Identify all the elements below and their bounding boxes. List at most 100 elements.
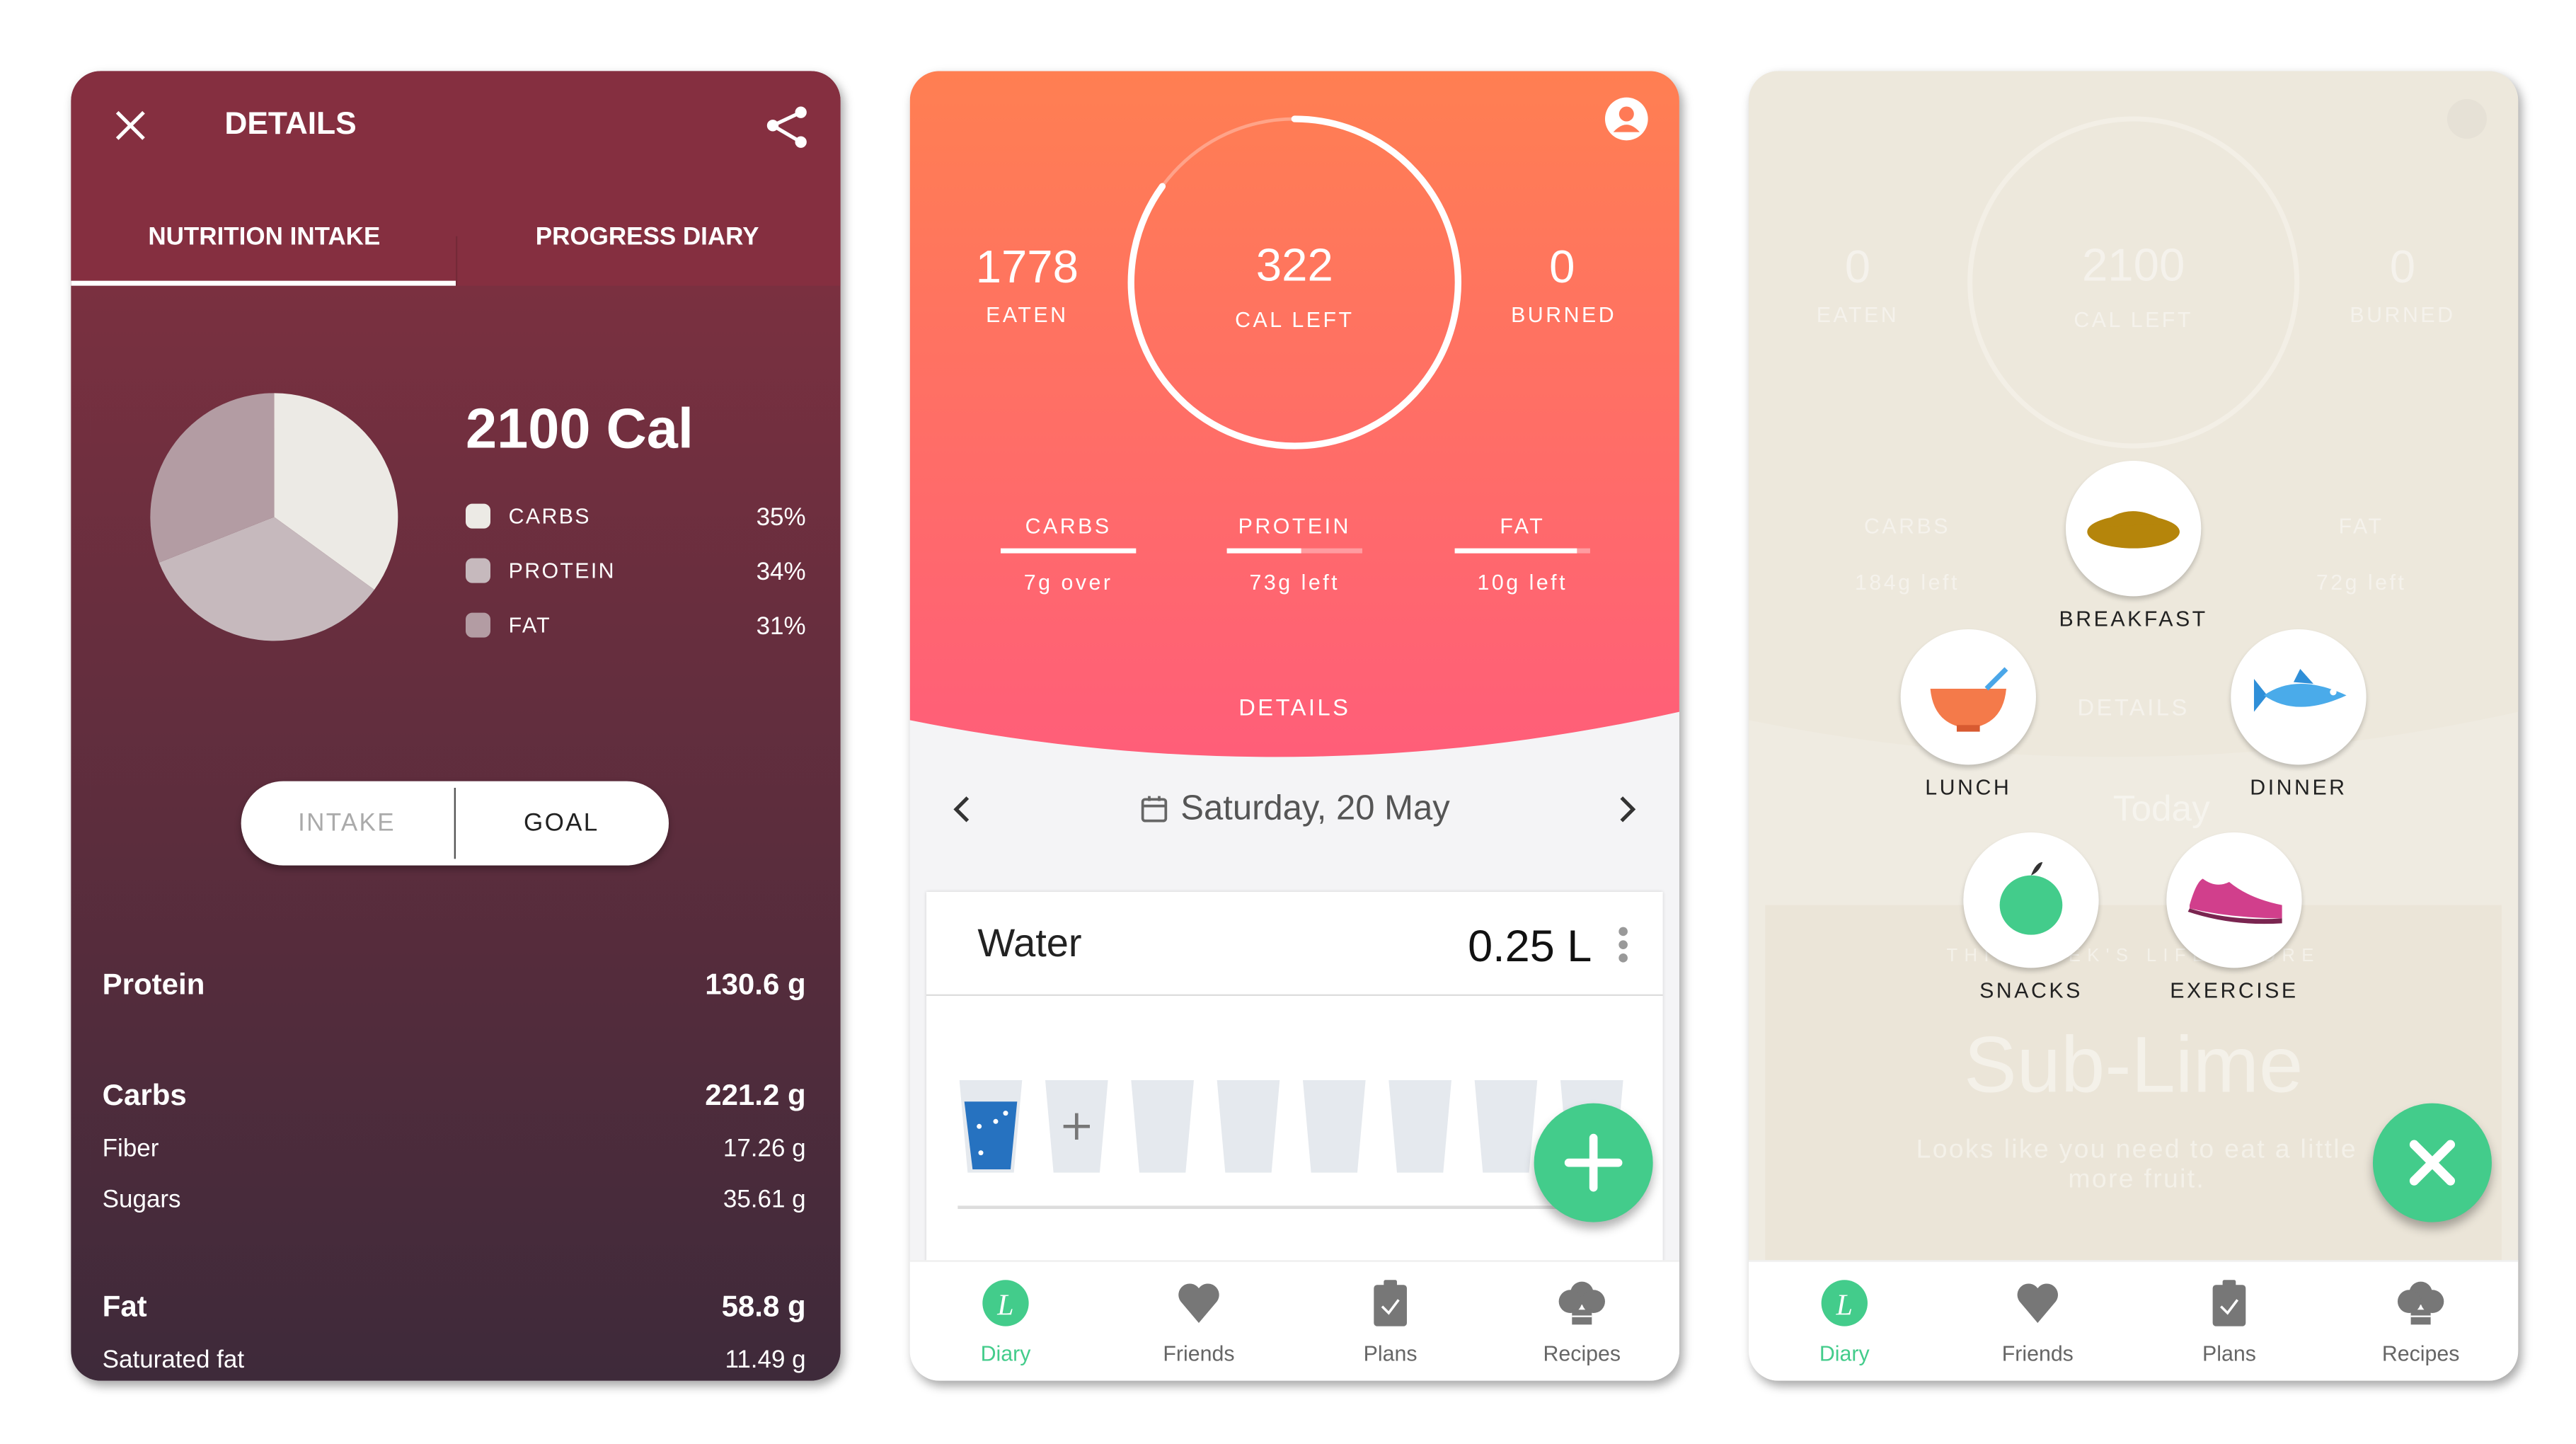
empty-glass-icon[interactable] [1302,1079,1366,1173]
chevron-left-icon[interactable] [950,794,973,824]
faded-carbs-status: 184g left [1855,569,1960,595]
add-button[interactable] [1534,1103,1653,1222]
macro-label: PROTEIN [1238,513,1351,539]
nav-label: Friends [1163,1341,1235,1366]
nav-label: Recipes [2381,1341,2460,1366]
macro-label: CARBS [1025,513,1112,539]
tab-nutrition-intake[interactable]: NUTRITION INTAKE [148,223,380,251]
faded-details: DETAILS [2077,693,2190,721]
fish-icon [2253,668,2347,712]
faded-burned-label: BURNED [2350,302,2456,327]
empty-glass-icon[interactable] [1388,1079,1451,1173]
total-calories: 2100 Cal [465,398,694,461]
profile-icon[interactable] [1604,96,1650,142]
macro-bar-track [1000,548,1137,554]
legend-percent: 35% [756,503,806,532]
empty-glass-icon[interactable] [1474,1079,1538,1173]
option-breakfast-button[interactable] [2065,460,2202,597]
active-tab-indicator [71,280,456,286]
option-snacks-button[interactable] [1963,832,2099,968]
cal-left-label: CAL LEFT [1235,306,1355,332]
card-divider [958,1205,1602,1208]
legend-swatch [465,612,490,638]
toggle-intake[interactable]: INTAKE [298,809,396,837]
macro-label: FAT [1500,513,1546,539]
bowl-icon [1930,667,2008,732]
tab-divider [455,236,458,286]
faded-score: Sub-Lime [1963,1022,2304,1110]
empty-glass-icon[interactable] [1131,1079,1194,1173]
option-dinner-button[interactable] [2231,629,2367,765]
faded-eaten-label: EATEN [1816,302,1899,327]
macro-bar-fill [1454,548,1577,554]
legend-label: FAT [508,612,552,638]
faded-fat: FAT [2338,513,2384,539]
water-title: Water [977,921,1082,966]
date-label[interactable]: Saturday, 20 May [1180,789,1449,829]
clipboard-icon [2212,1280,2246,1326]
cal-left-value: 322 [1255,239,1333,291]
nav-label: Recipes [1543,1341,1621,1366]
nutrient-value: 35.61 g [723,1186,806,1214]
chevron-right-icon[interactable] [1616,794,1640,824]
legend-percent: 34% [756,558,806,587]
nutrient-value: 17.26 g [723,1134,806,1163]
calendar-icon [1141,796,1168,823]
macro-pie-chart [150,393,398,641]
close-icon[interactable] [114,109,147,142]
filled-glass-icon[interactable] [959,1079,1023,1173]
close-icon [2409,1140,2456,1186]
more-options-icon[interactable] [1616,925,1630,965]
svg-text:L: L [996,1289,1013,1322]
macro-status: 10g left [1477,569,1568,595]
nutrient-value: 221.2 g [705,1078,806,1112]
nav-label: Plans [1363,1341,1418,1366]
water-amount: 0.25 L [1468,921,1592,971]
empty-glass-icon[interactable] [1045,1079,1108,1173]
nutrient-value: 11.49 g [725,1346,806,1375]
option-label[interactable]: SNACKS [1979,978,2083,1002]
details-screen: DETAILS NUTRITION INTAKE PROGRESS DIARY … [71,71,841,1381]
card-divider [926,994,1663,996]
macro-status: 73g left [1249,569,1340,595]
tab-progress-diary[interactable]: PROGRESS DIARY [536,223,759,251]
chef-hat-icon [2397,1281,2444,1325]
nutrient-name: Sugars [102,1186,181,1214]
option-exercise-button[interactable] [2166,832,2302,968]
macro-status: 7g over [1023,569,1113,595]
eaten-value: 1778 [975,241,1079,292]
nav-label: Plans [2202,1341,2256,1366]
intake-goal-toggle[interactable]: INTAKE GOAL [241,781,669,866]
profile-icon [2446,98,2487,139]
option-label[interactable]: BREAKFAST [2059,606,2208,631]
nav-label: Friends [2001,1341,2074,1366]
nutrient-name: Saturated fat [102,1346,245,1375]
option-label[interactable]: EXERCISE [2170,978,2298,1002]
close-menu-button[interactable] [2372,1103,2492,1222]
faded-carbs: CARBS [1863,513,1950,539]
details-button[interactable]: DETAILS [1238,694,1350,720]
option-label[interactable]: LUNCH [1925,774,2011,799]
plus-icon [1564,1133,1623,1192]
share-icon[interactable] [764,104,810,150]
eaten-label: EATEN [986,302,1069,327]
nutrient-value: 130.6 g [705,968,806,1001]
legend-label: PROTEIN [508,558,616,583]
macro-bar-track [1454,548,1590,554]
toggle-divider [454,787,456,859]
option-label[interactable]: DINNER [2250,774,2347,799]
toggle-goal[interactable]: GOAL [524,809,599,837]
macro-bar-fill [1000,548,1137,554]
nav-label: Diary [1819,1341,1870,1366]
faded-burned: 0 [2389,241,2416,292]
diary-icon: L [982,1280,1029,1326]
bottom-nav: L Diary Friends Plans Recipes [1748,1260,2519,1381]
nutrient-value: 58.8 g [721,1290,806,1323]
macro-bar-track [1226,548,1362,554]
option-lunch-button[interactable] [1900,629,2036,765]
nutrient-name: Fat [102,1290,147,1323]
empty-glass-icon[interactable] [1217,1079,1280,1173]
nutrient-name: Carbs [102,1078,187,1112]
faded-tip: Looks like you need to eat a little more… [1916,1136,2357,1194]
burned-value: 0 [1549,241,1575,292]
